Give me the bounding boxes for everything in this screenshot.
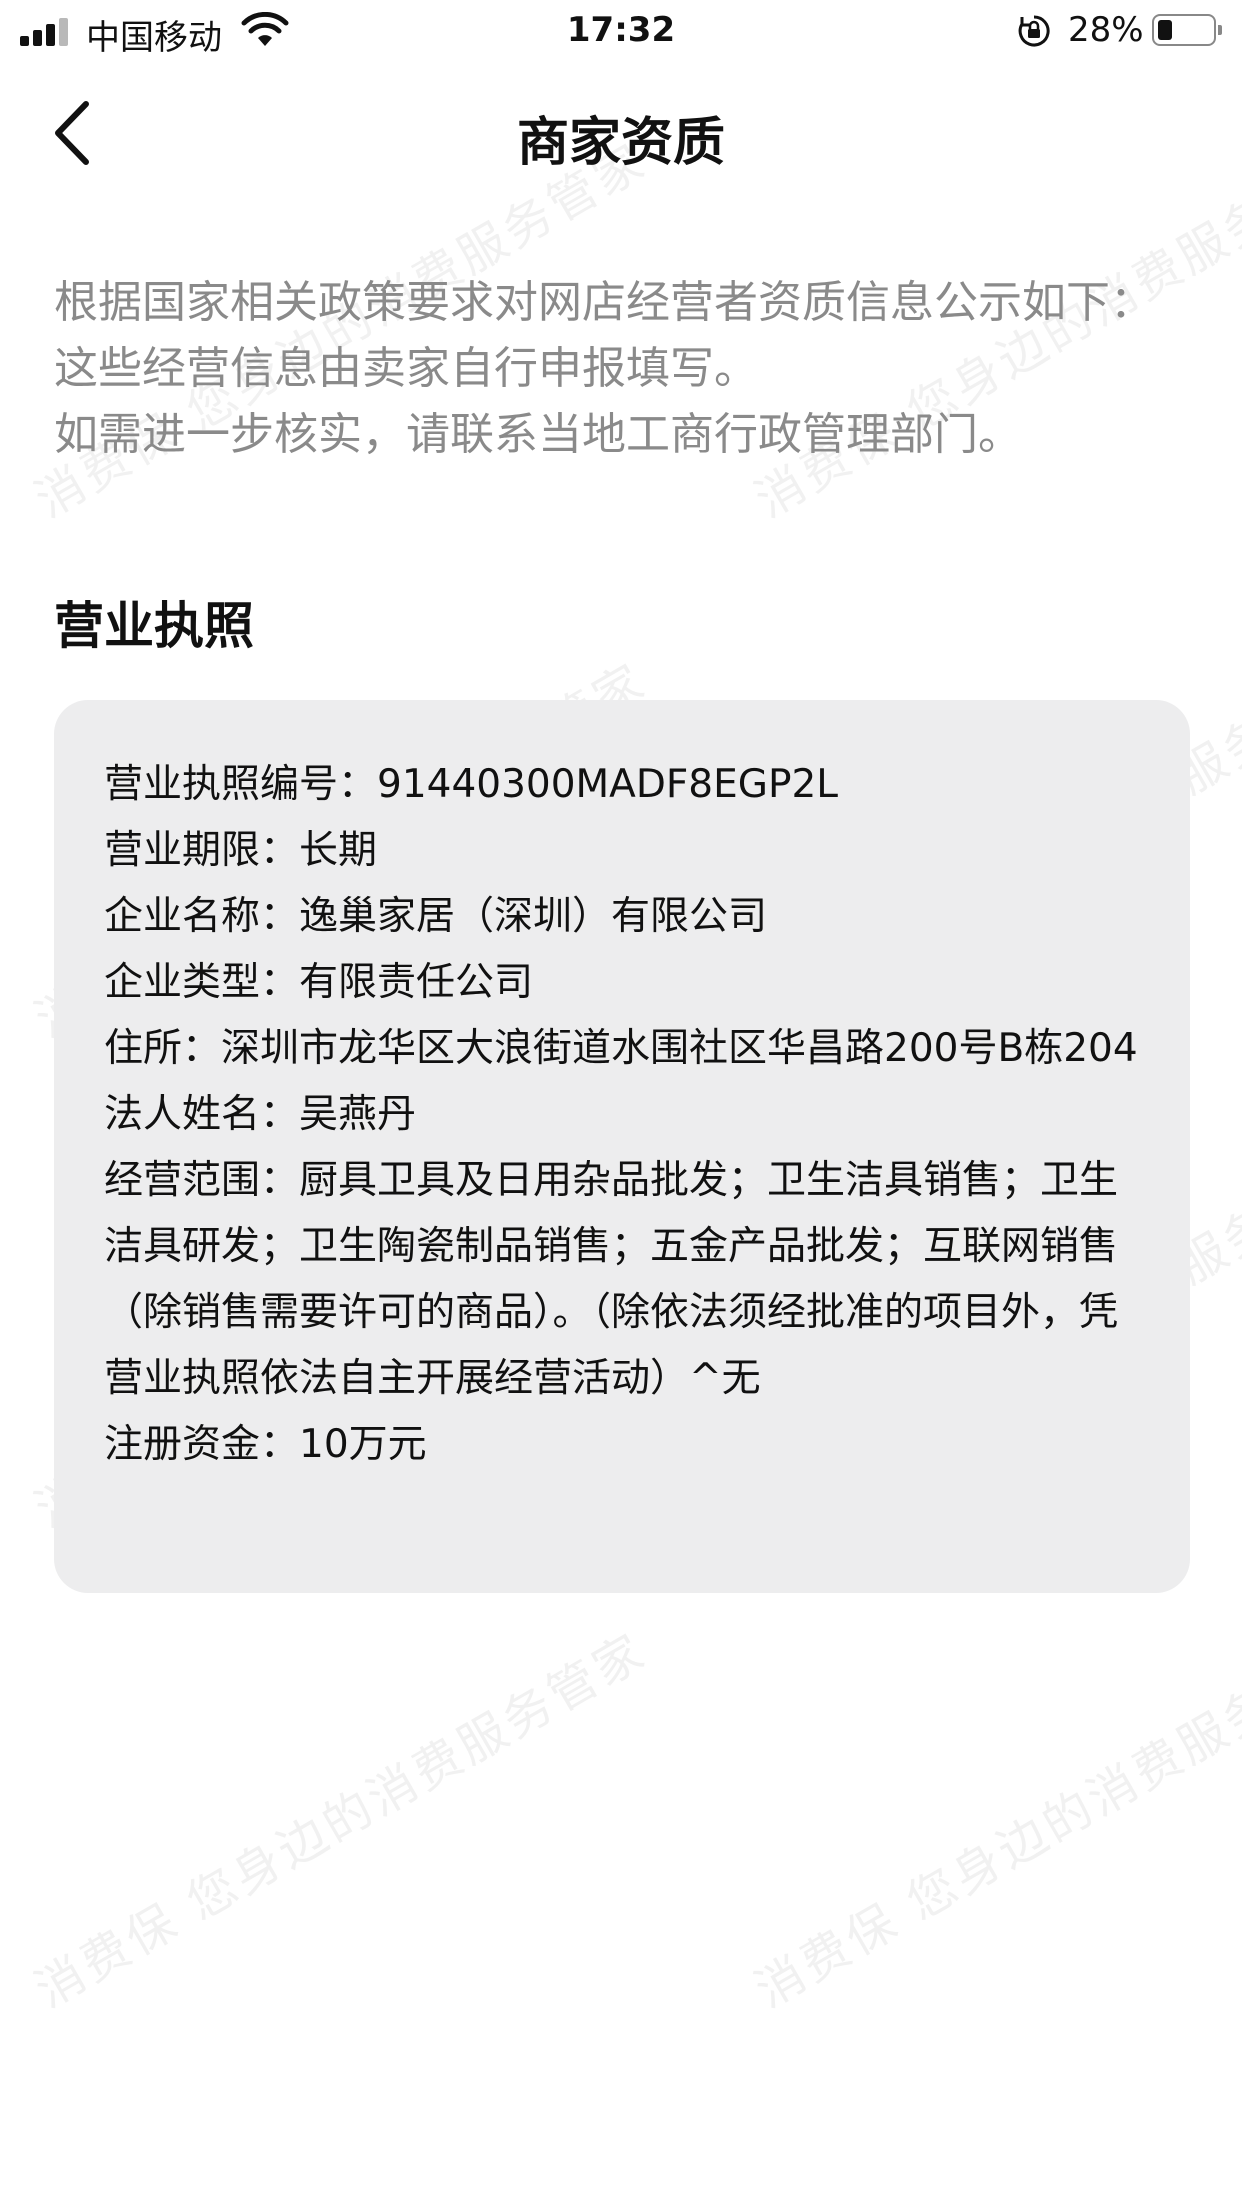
registered-capital: 注册资金：10万元	[104, 1422, 427, 1467]
status-bar: 中国移动 17:32 28%	[0, 0, 1242, 62]
company-name: 企业名称：逸巢家居（深圳）有限公司	[104, 894, 768, 939]
business-license-card: 营业执照编号：91440300MADF8EGP2L 营业期限：长期 企业名称：逸…	[54, 700, 1190, 1593]
legal-representative: 法人姓名：吴燕丹	[104, 1092, 417, 1137]
business-scope: 经营范围：厨具卫具及日用杂品批发；卫生洁具销售；卫生洁具研发；卫生陶瓷制品销售；…	[104, 1158, 1119, 1401]
battery-icon	[1152, 14, 1222, 46]
license-term: 营业期限：长期	[104, 828, 378, 873]
company-address: 住所：深圳市龙华区大浪街道水围社区华昌路200号B栋204	[104, 1026, 1138, 1071]
disclosure-notice: 根据国家相关政策要求对网店经营者资质信息公示如下： 这些经营信息由卖家自行申报填…	[54, 270, 1194, 468]
company-type: 企业类型：有限责任公司	[104, 960, 534, 1005]
battery-percent: 28%	[1068, 10, 1144, 50]
orientation-lock-icon	[1018, 15, 1050, 47]
clock: 17:32	[566, 10, 676, 50]
notice-line: 根据国家相关政策要求对网店经营者资质信息公示如下：	[54, 277, 1154, 328]
license-number: 营业执照编号：91440300MADF8EGP2L	[104, 762, 839, 807]
nav-bar: 商家资质	[0, 62, 1242, 202]
page-title: 商家资质	[516, 113, 725, 173]
notice-line: 这些经营信息由卖家自行申报填写。	[54, 343, 758, 394]
watermark-text: 消费保 您身边的消费服务管家	[26, 1622, 657, 2019]
section-heading: 营业执照	[54, 597, 254, 655]
watermark-text: 消费保 您身边的消费服务管家	[746, 1622, 1242, 2019]
notice-line: 如需进一步核实，请联系当地工商行政管理部门。	[54, 409, 1022, 460]
